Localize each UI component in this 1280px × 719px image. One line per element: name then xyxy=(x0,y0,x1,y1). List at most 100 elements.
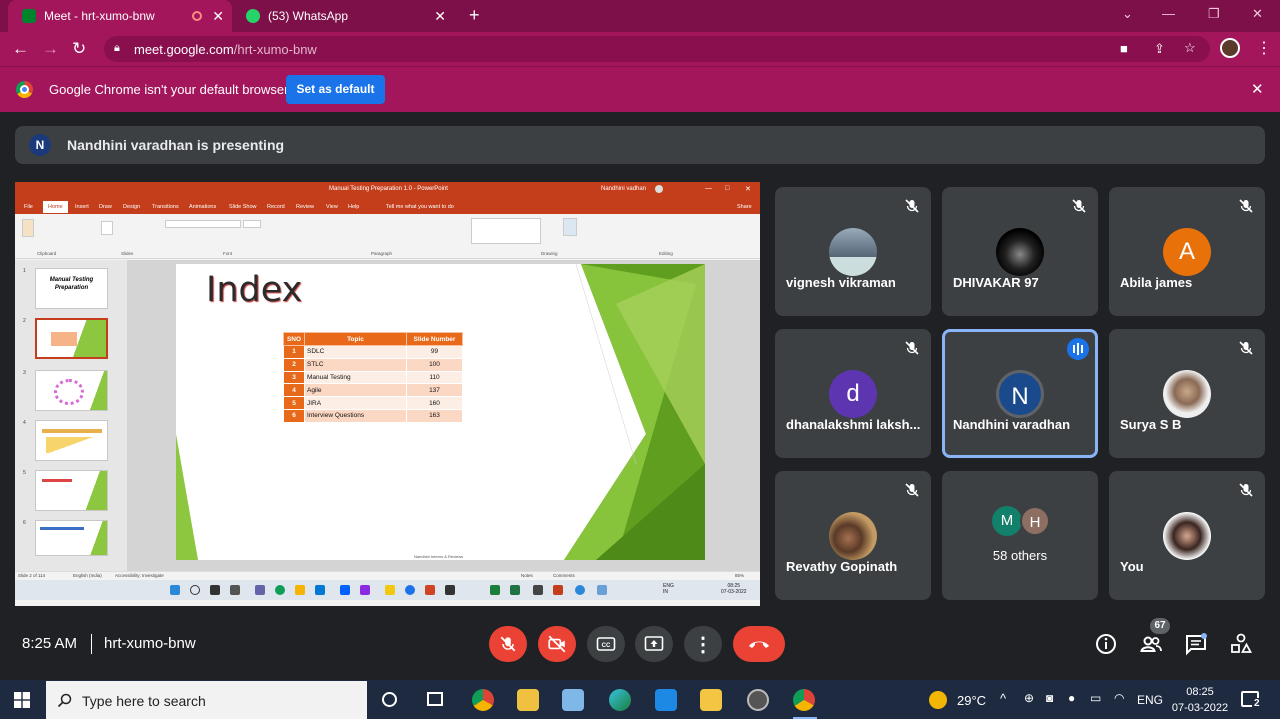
whatsapp-favicon-icon xyxy=(246,9,260,23)
cortana-icon[interactable] xyxy=(382,692,397,707)
share-icon[interactable]: ⇪ xyxy=(1154,41,1165,57)
profile-avatar[interactable] xyxy=(1220,38,1240,58)
participant-tile[interactable]: vignesh vikraman xyxy=(775,187,931,316)
browser-toolbar: ← → ↻ 🔒︎ meet.google.com/hrt-xumo-bnw ■ … xyxy=(0,32,1280,66)
store-app-icon[interactable] xyxy=(517,689,539,711)
chrome-app-icon[interactable] xyxy=(472,689,494,711)
table-cell-sno: 5 xyxy=(283,396,305,410)
captions-button[interactable]: CC xyxy=(587,626,625,662)
present-now-button[interactable] xyxy=(635,626,673,662)
mail-app-icon[interactable] xyxy=(655,689,677,711)
toggle-camera-button[interactable] xyxy=(538,626,576,662)
others-tile[interactable]: M H 58 others xyxy=(942,471,1098,600)
slide-thumb-6 xyxy=(35,520,108,556)
status-comments: Comments xyxy=(553,573,575,578)
chrome-profile-app-icon[interactable] xyxy=(793,689,815,711)
quick-styles-icon xyxy=(563,218,577,236)
taskbar-search-box[interactable]: Type here to search xyxy=(46,681,367,719)
remote-powerpoint-icon xyxy=(553,585,563,595)
tab-meet[interactable]: Meet - hrt-xumo-bnw ✕ xyxy=(8,0,232,32)
table-row: 4 Agile 137 xyxy=(283,383,463,398)
set-as-default-button[interactable]: Set as default xyxy=(286,75,385,104)
reload-button[interactable]: ↻ xyxy=(72,39,86,59)
thumb-number: 1 xyxy=(23,268,26,274)
people-icon[interactable] xyxy=(1139,632,1163,656)
table-cell-sno: 4 xyxy=(283,383,305,398)
windows-start-icon[interactable] xyxy=(14,692,30,708)
table-cell-topic: Manual Testing xyxy=(304,370,407,385)
wifi-icon[interactable]: ◠ xyxy=(1114,691,1124,705)
forward-button[interactable]: → xyxy=(42,39,59,59)
participant-tile[interactable]: Revathy Gopinath xyxy=(775,471,931,600)
ppt-window-title: Manual Testing Preparation 1.0 - PowerPo… xyxy=(329,186,448,192)
shared-screen[interactable]: Manual Testing Preparation 1.0 - PowerPo… xyxy=(15,182,760,606)
app-icon[interactable] xyxy=(747,689,769,711)
remote-teams-icon xyxy=(255,585,265,595)
slide-thumb-2 xyxy=(35,318,108,359)
tab-search-icon[interactable]: ⌄ xyxy=(1122,6,1133,22)
participant-name: You xyxy=(1120,559,1144,574)
table-cell-slide: 137 xyxy=(406,383,463,398)
font-name-box xyxy=(165,220,241,228)
participant-avatar xyxy=(829,512,877,560)
participant-tile-speaking[interactable]: N Nandhini varadhan xyxy=(942,329,1098,458)
tab-whatsapp[interactable]: (53) WhatsApp ✕ xyxy=(232,0,454,32)
font-size-box xyxy=(243,220,261,228)
minimize-button[interactable]: — xyxy=(1162,6,1175,21)
taskbar-clock[interactable]: 08:25 07-03-2022 xyxy=(1168,684,1232,716)
browser-tab-strip: Meet - hrt-xumo-bnw ✕ (53) WhatsApp ✕ + … xyxy=(0,0,1280,32)
chat-icon[interactable] xyxy=(1184,632,1208,656)
tray-mic-icon[interactable]: ● xyxy=(1068,691,1075,705)
table-cell-sno: 1 xyxy=(283,345,305,359)
camera-icon[interactable]: ■ xyxy=(1120,41,1128,56)
remote-app-icon xyxy=(385,585,395,595)
activities-icon[interactable] xyxy=(1229,632,1253,656)
participant-avatar xyxy=(996,228,1044,276)
close-tab-icon[interactable]: ✕ xyxy=(434,8,446,25)
participant-tile[interactable]: A Abila james xyxy=(1109,187,1265,316)
battery-icon[interactable]: ▭ xyxy=(1090,691,1101,705)
bookmark-star-icon[interactable]: ☆ xyxy=(1184,40,1196,56)
close-tab-icon[interactable]: ✕ xyxy=(212,8,224,25)
tray-chevron-icon[interactable]: ^ xyxy=(1000,691,1006,706)
remote-app-icon xyxy=(575,585,585,595)
back-button[interactable]: ← xyxy=(12,39,29,59)
address-bar[interactable]: 🔒︎ meet.google.com/hrt-xumo-bnw ■ ⇪ ☆ xyxy=(104,36,1210,62)
tray-camera-icon[interactable]: ◙ xyxy=(1046,691,1053,705)
new-tab-button[interactable]: + xyxy=(469,5,480,26)
meeting-details-icon[interactable] xyxy=(1094,632,1118,656)
task-view-icon[interactable] xyxy=(427,692,443,706)
remote-taskbar: ENG IN 08:25 07-03-2022 xyxy=(15,580,760,600)
table-cell-slide: 163 xyxy=(406,408,463,423)
chrome-menu-icon[interactable]: ⋮ xyxy=(1256,38,1272,58)
edge-app-icon[interactable] xyxy=(609,689,631,711)
meeting-time: 8:25 AM xyxy=(22,635,78,652)
tray-app-icon[interactable]: ⊕ xyxy=(1024,691,1034,705)
file-explorer-icon[interactable] xyxy=(700,689,722,711)
more-options-button[interactable]: ⋮ xyxy=(684,626,722,662)
search-placeholder: Type here to search xyxy=(82,693,206,709)
close-window-button[interactable]: ✕ xyxy=(1252,6,1263,22)
windows-taskbar: Type here to search 29°C ^ ⊕ ◙ ● ▭ ◠ ENG… xyxy=(0,680,1280,719)
participant-tile[interactable]: DHIVAKAR 97 xyxy=(942,187,1098,316)
table-cell-topic: Interview Questions xyxy=(304,408,407,423)
status-zoom: 85% xyxy=(735,573,745,578)
ribbon-group-font: Font xyxy=(223,251,233,256)
ppt-menu-insert: Insert xyxy=(75,204,89,210)
present-icon xyxy=(644,636,664,651)
table-row: 2 STLC 100 xyxy=(283,357,463,372)
language-indicator[interactable]: ENG xyxy=(1137,693,1163,707)
remote-region-text: IN xyxy=(663,589,668,595)
participant-tile-self[interactable]: You xyxy=(1109,471,1265,600)
close-infobar-icon[interactable]: ✕ xyxy=(1251,80,1264,98)
participant-tile[interactable]: d dhanalakshmi laksh... xyxy=(775,329,931,458)
thumb-number: 4 xyxy=(23,420,26,426)
participant-tile[interactable]: Surya S B xyxy=(1109,329,1265,458)
remote-app-icon xyxy=(360,585,370,595)
status-slide-count: Slide 2 of 114 xyxy=(18,573,46,578)
restore-button[interactable]: ❐ xyxy=(1208,6,1220,22)
weather-icon xyxy=(929,691,947,709)
notes-app-icon[interactable] xyxy=(562,689,584,711)
leave-call-button[interactable] xyxy=(733,626,785,662)
toggle-mic-button[interactable] xyxy=(489,626,527,662)
